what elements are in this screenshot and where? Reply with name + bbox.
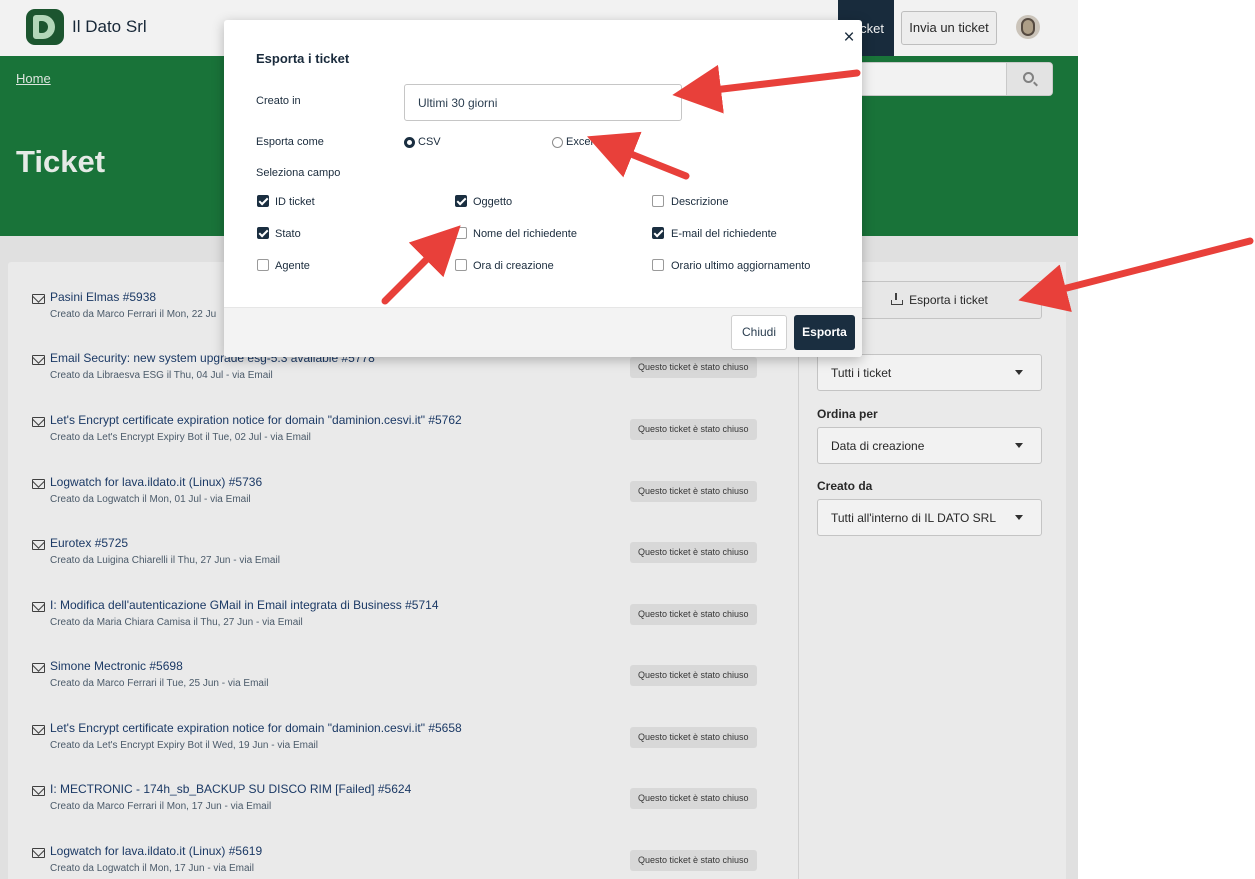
app: Il Dato Srl icket Invia un ticket Home T… xyxy=(0,0,1078,879)
export-button[interactable]: Esporta xyxy=(794,315,855,350)
cancel-button[interactable]: Chiudi xyxy=(731,315,787,350)
close-icon[interactable]: × xyxy=(839,28,859,48)
field-checkbox-subject[interactable] xyxy=(455,195,467,207)
field-label-status[interactable]: Stato xyxy=(275,228,301,240)
field-checkbox-id[interactable] xyxy=(257,195,269,207)
created-in-label: Creato in xyxy=(256,95,301,107)
select-fields-label: Seleziona campo xyxy=(256,167,341,179)
field-checkbox-agent[interactable] xyxy=(257,259,269,271)
field-checkbox-status[interactable] xyxy=(257,227,269,239)
field-label-subject[interactable]: Oggetto xyxy=(473,196,512,208)
field-label-agent[interactable]: Agente xyxy=(275,260,310,272)
field-label-created-time[interactable]: Ora di creazione xyxy=(473,260,554,272)
field-checkbox-created-time[interactable] xyxy=(455,259,467,271)
field-label-requester-name[interactable]: Nome del richiedente xyxy=(473,228,577,240)
modal-footer: Chiudi Esporta xyxy=(224,307,862,357)
field-checkbox-requester-name[interactable] xyxy=(455,227,467,239)
export-modal: Esporta i ticket × Creato in Ultimi 30 g… xyxy=(224,20,862,357)
created-in-input[interactable]: Ultimi 30 giorni xyxy=(404,84,682,121)
arrow-to-export-button xyxy=(1018,237,1254,312)
field-label-last-updated[interactable]: Orario ultimo aggiornamento xyxy=(671,260,810,272)
field-checkbox-requester-email[interactable] xyxy=(652,227,664,239)
export-as-label: Esporta come xyxy=(256,136,324,148)
field-checkbox-description[interactable] xyxy=(652,195,664,207)
field-label-description[interactable]: Descrizione xyxy=(671,196,728,208)
modal-title: Esporta i ticket xyxy=(256,51,350,66)
excel-label[interactable]: Excel xyxy=(566,136,593,148)
field-label-id[interactable]: ID ticket xyxy=(275,196,315,208)
csv-label[interactable]: CSV xyxy=(418,136,441,148)
excel-radio[interactable] xyxy=(552,137,563,148)
field-checkbox-last-updated[interactable] xyxy=(652,259,664,271)
field-label-requester-email[interactable]: E-mail del richiedente xyxy=(671,228,777,240)
csv-radio[interactable] xyxy=(404,137,415,148)
